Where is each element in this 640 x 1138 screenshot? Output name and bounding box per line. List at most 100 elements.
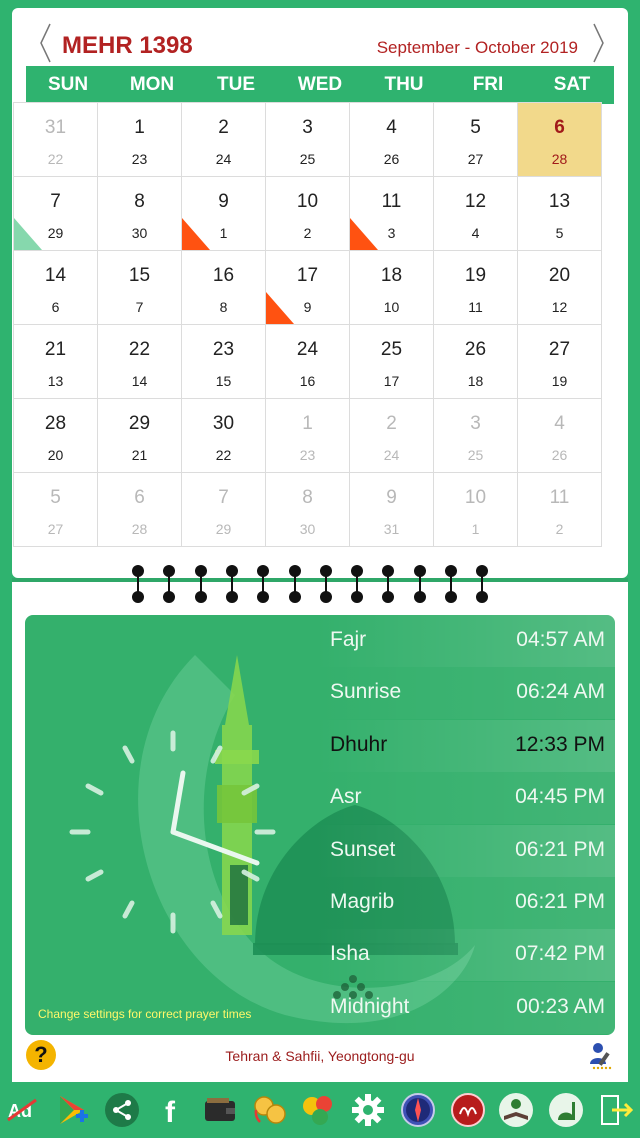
persian-day-number: 6 xyxy=(554,117,565,138)
settings-hint[interactable]: Change settings for correct prayer times xyxy=(38,1007,251,1021)
prayer-name: Midnight xyxy=(330,994,410,1018)
exit-icon[interactable] xyxy=(598,1092,634,1128)
gregorian-day-number: 24 xyxy=(215,151,232,167)
day-cell[interactable]: 13 5 xyxy=(517,176,602,251)
day-cell[interactable]: 29 21 xyxy=(97,398,182,473)
persian-day-number: 19 xyxy=(464,265,487,286)
day-cell[interactable]: 25 17 xyxy=(349,324,434,399)
gregorian-day-number: 25 xyxy=(467,447,484,463)
persian-day-number: 22 xyxy=(128,339,151,360)
prayer-name: Isha xyxy=(330,942,370,966)
prayer-row-asr: Asr 04:45 PM xyxy=(315,772,615,825)
day-cell[interactable]: 11 2 xyxy=(517,472,602,547)
mosque-icon[interactable] xyxy=(548,1092,584,1128)
day-cell[interactable]: 18 10 xyxy=(349,250,434,325)
day-cell[interactable]: 10 2 xyxy=(265,176,350,251)
day-cell-today[interactable]: 6 28 xyxy=(517,102,602,177)
location-label[interactable]: Tehran & Sahfii, Yeongtong-gu xyxy=(0,1048,640,1064)
wallet-icon[interactable] xyxy=(202,1092,238,1128)
prayer-name: Sunrise xyxy=(330,680,402,704)
prayer-name: Fajr xyxy=(330,628,367,651)
facebook-icon[interactable]: f xyxy=(154,1092,190,1129)
prayer-time: 06:21 PM xyxy=(515,890,605,913)
google-play-plus-icon[interactable] xyxy=(56,1092,92,1128)
currency-exchange-icon[interactable] xyxy=(252,1092,288,1128)
day-cell[interactable]: 31 22 xyxy=(13,102,98,177)
edit-profile-icon[interactable] xyxy=(588,1040,614,1070)
day-cell[interactable]: 17 9 xyxy=(265,250,350,325)
day-cell[interactable]: 22 14 xyxy=(97,324,182,399)
persian-day-number: 8 xyxy=(134,191,145,212)
day-cell[interactable]: 2 24 xyxy=(181,102,266,177)
day-cell[interactable]: 9 31 xyxy=(349,472,434,547)
chat-bubbles-icon[interactable] xyxy=(300,1092,336,1128)
gregorian-day-number: 19 xyxy=(551,373,568,389)
day-cell[interactable]: 1 23 xyxy=(265,398,350,473)
quran-reader-icon[interactable] xyxy=(498,1092,534,1128)
previous-month-arrow-icon[interactable] xyxy=(36,20,56,66)
ad-free-icon[interactable]: Ad xyxy=(6,1092,42,1128)
day-cell[interactable]: 3 25 xyxy=(433,398,518,473)
day-cell[interactable]: 3 25 xyxy=(265,102,350,177)
gregorian-day-number: 21 xyxy=(131,447,148,463)
share-icon[interactable] xyxy=(104,1092,140,1128)
day-cell[interactable]: 27 19 xyxy=(517,324,602,399)
compass-icon[interactable] xyxy=(400,1092,436,1128)
weekday-mon: MON xyxy=(129,74,175,95)
day-cell[interactable]: 8 30 xyxy=(97,176,182,251)
prayer-name: Magrib xyxy=(330,890,395,913)
gregorian-day-number: 29 xyxy=(215,521,232,537)
persian-day-number: 16 xyxy=(212,265,235,286)
day-cell[interactable]: 10 1 xyxy=(433,472,518,547)
gregorian-day-number: 1 xyxy=(471,521,480,537)
holiday-marker xyxy=(350,218,378,250)
gregorian-day-number: 15 xyxy=(215,373,232,389)
day-cell[interactable]: 11 3 xyxy=(349,176,434,251)
persian-day-number: 25 xyxy=(380,339,403,360)
day-cell[interactable]: 28 20 xyxy=(13,398,98,473)
bottom-toolbar: Ad f xyxy=(0,1082,640,1138)
day-cell[interactable]: 12 4 xyxy=(433,176,518,251)
day-cell[interactable]: 23 15 xyxy=(181,324,266,399)
prayer-time: 04:57 AM xyxy=(516,628,605,651)
day-cell[interactable]: 24 16 xyxy=(265,324,350,399)
day-cell[interactable]: 5 27 xyxy=(433,102,518,177)
week-row: 7 29 8 30 9 1 10 2 11 3 12 4 13 5 xyxy=(13,176,603,251)
day-cell[interactable]: 21 13 xyxy=(13,324,98,399)
persian-day-number: 20 xyxy=(548,265,571,286)
day-cell[interactable]: 26 18 xyxy=(433,324,518,399)
week-row: 28 20 29 21 30 22 1 23 2 24 3 25 4 26 xyxy=(13,398,603,473)
day-cell[interactable]: 7 29 xyxy=(13,176,98,251)
day-cell[interactable]: 5 27 xyxy=(13,472,98,547)
week-row: 5 27 6 28 7 29 8 30 9 31 10 1 11 2 xyxy=(13,472,603,547)
persian-day-number: 2 xyxy=(218,117,229,138)
gregorian-day-number: 10 xyxy=(383,299,400,315)
day-cell[interactable]: 2 24 xyxy=(349,398,434,473)
persian-day-number: 4 xyxy=(386,117,397,138)
gregorian-day-number: 23 xyxy=(131,151,148,167)
gregorian-day-number: 28 xyxy=(131,521,148,537)
weekday-header: SUN MON TUE WED THU FRI SAT xyxy=(26,66,614,104)
day-cell[interactable]: 20 12 xyxy=(517,250,602,325)
prayer-time: 06:24 AM xyxy=(516,680,605,704)
day-cell[interactable]: 19 11 xyxy=(433,250,518,325)
day-cell[interactable]: 8 30 xyxy=(265,472,350,547)
day-cell[interactable]: 14 6 xyxy=(13,250,98,325)
day-cell[interactable]: 7 29 xyxy=(181,472,266,547)
day-cell[interactable]: 16 8 xyxy=(181,250,266,325)
next-month-arrow-icon[interactable] xyxy=(588,20,608,66)
day-cell[interactable]: 1 23 xyxy=(97,102,182,177)
day-cell[interactable]: 4 26 xyxy=(517,398,602,473)
day-cell[interactable]: 15 7 xyxy=(97,250,182,325)
gregorian-day-number: 4 xyxy=(471,225,480,241)
allah-calligraphy-icon[interactable] xyxy=(450,1092,486,1128)
day-cell[interactable]: 4 26 xyxy=(349,102,434,177)
prayer-time: 04:45 PM xyxy=(515,785,605,809)
day-cell[interactable]: 30 22 xyxy=(181,398,266,473)
gregorian-day-number: 26 xyxy=(383,151,400,167)
day-cell[interactable]: 6 28 xyxy=(97,472,182,547)
day-cell[interactable]: 91 xyxy=(181,176,266,251)
weekday-wed: WED xyxy=(297,74,343,95)
weekday-sun: SUN xyxy=(47,74,89,95)
settings-gear-icon[interactable] xyxy=(350,1092,386,1128)
